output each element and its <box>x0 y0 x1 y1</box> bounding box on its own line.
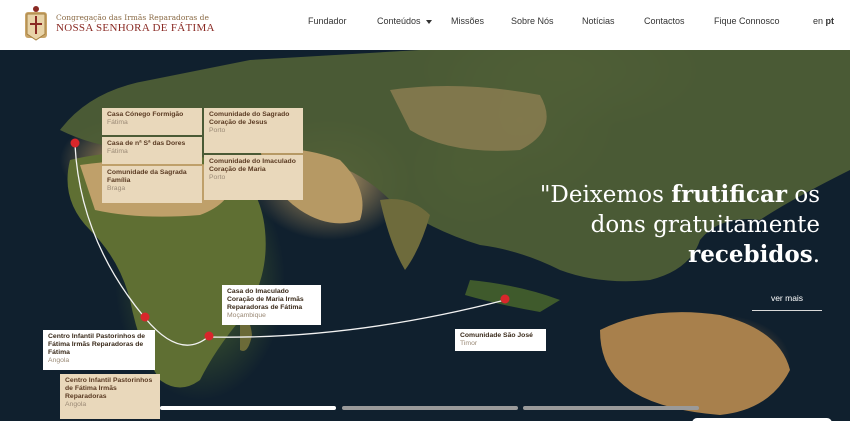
slide-indicator-2[interactable] <box>342 406 518 410</box>
australia-landmass <box>600 312 790 415</box>
location-place: Timor <box>460 340 478 347</box>
brand-subtitle: Congregação das Irmãs Reparadoras de <box>56 13 209 22</box>
location-card[interactable]: Comunidade do Imaculado Coração de Maria… <box>204 155 303 200</box>
quote-text: . <box>812 242 820 268</box>
location-card[interactable]: Casa Cónego Formigão Fátima <box>102 108 202 135</box>
india-landmass <box>380 199 430 270</box>
location-title: Casa do Imaculado Coração de Maria Irmãs… <box>227 288 304 311</box>
location-title: Centro Infantil Pastorinhos de Fátima Ir… <box>65 377 153 400</box>
nav-fundador[interactable]: Fundador <box>308 16 347 26</box>
quote-emphasis: frutificar <box>671 181 788 208</box>
location-place: Angola <box>65 401 87 408</box>
lang-pt[interactable]: pt <box>826 16 835 26</box>
location-card[interactable]: Centro Infantil Pastorinhos de Fátima Ir… <box>43 330 155 370</box>
map-pin-icon[interactable] <box>500 294 510 304</box>
nav-missoes[interactable]: Missões <box>451 16 484 26</box>
nav-contactos[interactable]: Contactos <box>644 16 685 26</box>
map-pin-icon[interactable] <box>70 138 80 148</box>
location-place: Moçambique <box>227 312 266 319</box>
indonesia-islands <box>465 280 560 312</box>
quote-line-2: dons gratuitamente <box>590 212 820 238</box>
location-card[interactable]: Casa de nª Sª das Dores Fátima <box>102 137 202 164</box>
quote-line-3: recebidos. <box>540 240 820 270</box>
see-more-link[interactable]: ver mais <box>752 292 822 311</box>
language-switcher: en pt <box>813 16 834 26</box>
location-place: Angola <box>48 357 70 364</box>
nav-fique-connosco[interactable]: Fique Connosco <box>714 16 780 26</box>
map-pin-icon[interactable] <box>140 312 150 322</box>
location-place: Fátima <box>107 119 128 126</box>
nav-sobre-nos[interactable]: Sobre Nós <box>511 16 554 26</box>
location-place: Porto <box>209 127 226 134</box>
map-pin-icon[interactable] <box>204 331 214 341</box>
slide-indicator-1[interactable] <box>160 406 336 410</box>
quote-emphasis: recebidos <box>688 241 813 268</box>
nav-conteudos[interactable]: Conteúdos <box>377 16 432 26</box>
quote-text: os <box>787 182 820 208</box>
location-card[interactable]: Casa do Imaculado Coração de Maria Irmãs… <box>222 285 321 325</box>
nav-conteudos-label: Conteúdos <box>377 16 421 26</box>
location-title: Comunidade do Imaculado Coração de Maria <box>209 158 296 173</box>
location-place: Porto <box>209 174 226 181</box>
lang-en[interactable]: en <box>813 16 823 26</box>
brand-title: NOSSA SENHORA DE FÁTIMA <box>56 22 215 34</box>
location-card[interactable]: Comunidade da Sagrada Família Braga <box>102 166 202 203</box>
hero-quote: "Deixemos frutificar os dons gratuitamen… <box>540 180 820 270</box>
location-title: Comunidade do Sagrado Coração de Jesus <box>209 111 290 126</box>
nav-noticias[interactable]: Notícias <box>582 16 615 26</box>
congregation-logo[interactable] <box>22 4 50 44</box>
location-card[interactable]: Comunidade do Sagrado Coração de Jesus P… <box>204 108 303 153</box>
location-place: Fátima <box>107 148 128 155</box>
cookie-banner-button[interactable] <box>692 418 832 428</box>
site-header: Congregação das Irmãs Reparadoras de NOS… <box>0 0 850 50</box>
location-card[interactable]: Centro Infantil Pastorinhos de Fátima Ir… <box>60 374 160 419</box>
location-title: Centro Infantil Pastorinhos de Fátima Ir… <box>48 333 146 356</box>
location-place: Braga <box>107 185 126 192</box>
location-card[interactable]: Comunidade São José Timor <box>455 329 546 351</box>
quote-line-1: "Deixemos frutificar os <box>540 180 820 210</box>
slide-indicator-3[interactable] <box>523 406 699 410</box>
quote-text: "Deixemos <box>539 182 672 208</box>
location-title: Casa Cónego Formigão <box>107 111 184 118</box>
chevron-down-icon <box>425 19 432 24</box>
location-title: Comunidade da Sagrada Família <box>107 169 187 184</box>
location-title: Casa de nª Sª das Dores <box>107 140 186 147</box>
location-title: Comunidade São José <box>460 332 533 339</box>
